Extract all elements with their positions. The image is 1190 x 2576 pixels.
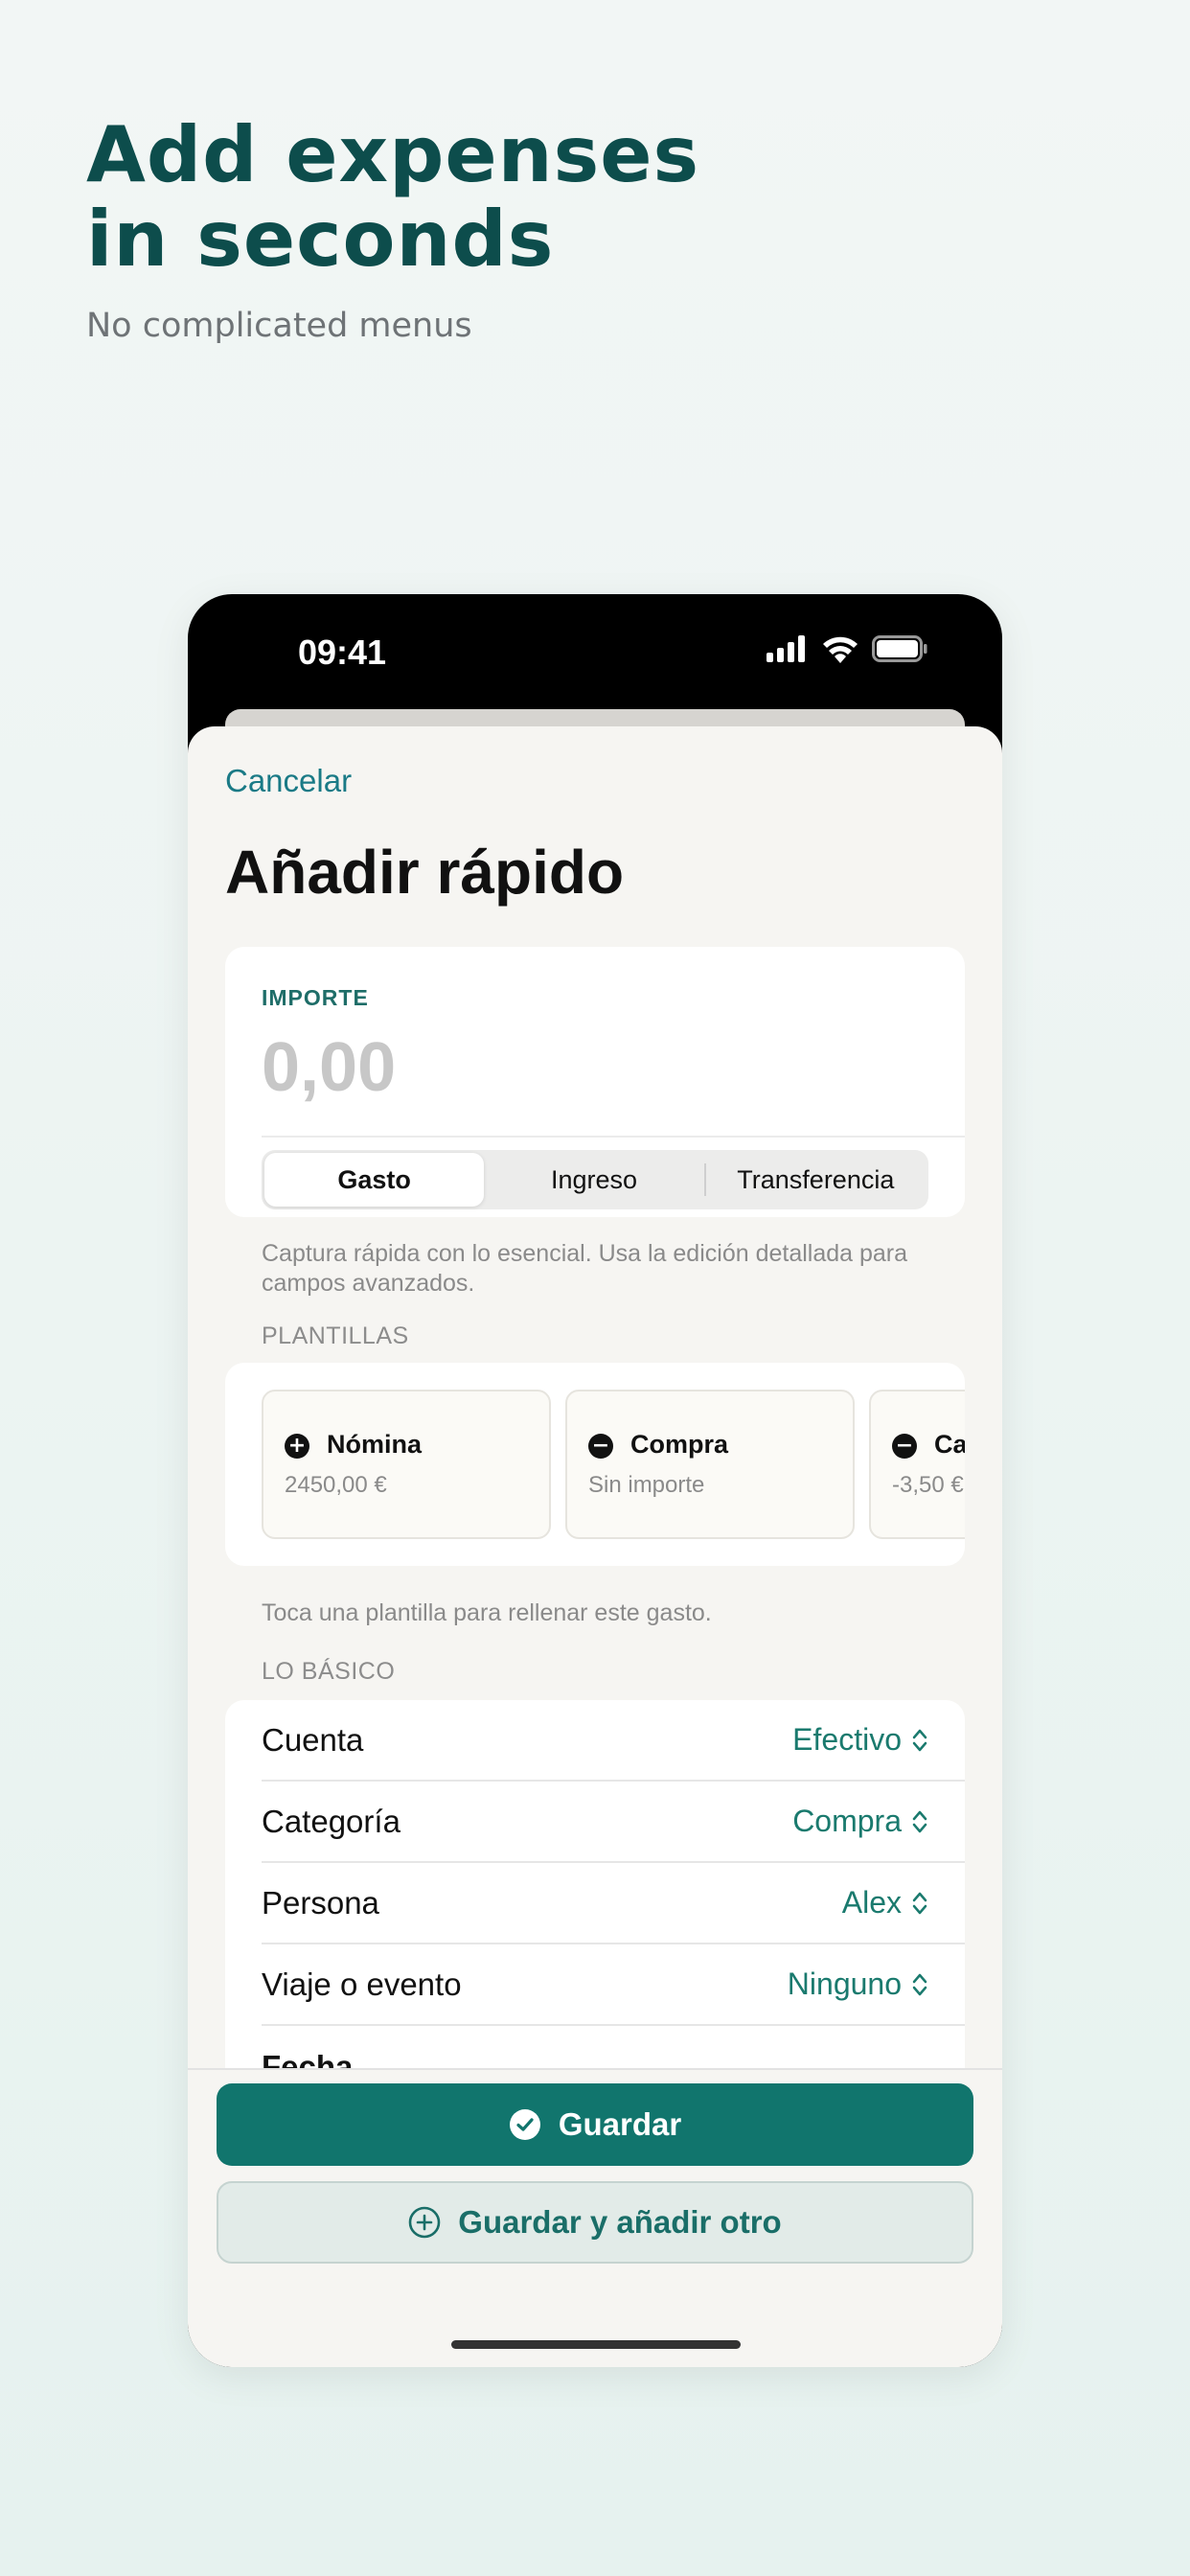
template-card-nomina[interactable]: + Nómina 2450,00 € <box>262 1390 551 1539</box>
status-time: 09:41 <box>298 632 387 672</box>
save-and-add-another-button[interactable]: Guardar y añadir otro <box>217 2181 973 2264</box>
basics-section-label: LO BÁSICO <box>262 1658 396 1685</box>
wifi-icon <box>823 636 858 663</box>
category-row[interactable]: Categoría Compra <box>262 1782 965 1863</box>
segment-transferencia[interactable]: Transferencia <box>706 1153 926 1207</box>
checkmark-circle-icon <box>509 2109 540 2140</box>
amount-label: IMPORTE <box>262 985 369 1010</box>
save-button[interactable]: Guardar <box>217 2083 973 2166</box>
cancel-button[interactable]: Cancelar <box>225 763 352 799</box>
template-card-partial[interactable]: − Ca -3,50 € <box>869 1390 965 1539</box>
transaction-type-segmented-control: Gasto Ingreso Transferencia <box>262 1150 928 1209</box>
row-label: Categoría <box>262 1803 400 1839</box>
row-label: Viaje o evento <box>262 1966 462 2002</box>
plus-circle-outline-icon <box>408 2206 441 2239</box>
template-card-compra[interactable]: − Compra Sin importe <box>565 1390 855 1539</box>
phone-frame: 09:41 Cancelar Añadir rápido IMPORTE 0,0… <box>188 594 1002 2367</box>
template-detail: Sin importe <box>588 1472 705 1498</box>
templates-helper-text: Toca una plantilla para rellenar este ga… <box>262 1599 712 1626</box>
bottom-action-bar: Guardar Guardar y añadir otro <box>188 2068 1002 2367</box>
battery-icon <box>872 635 927 662</box>
marketing-headline: Add expenses in seconds <box>86 113 699 282</box>
quick-capture-helper-text: Captura rápida con lo esencial. Usa la e… <box>262 1240 908 1297</box>
sheet-title: Añadir rápido <box>225 838 625 907</box>
person-picker[interactable]: Alex <box>842 1885 928 1920</box>
row-label: Persona <box>262 1884 379 1920</box>
account-picker[interactable]: Efectivo <box>792 1722 928 1758</box>
minus-circle-icon: − <box>892 1434 917 1459</box>
amount-card: IMPORTE 0,00 Gasto Ingreso Transferencia <box>225 947 965 1217</box>
person-row[interactable]: Persona Alex <box>262 1863 965 1944</box>
row-value: Compra <box>792 1804 902 1838</box>
template-name: Compra <box>630 1430 729 1459</box>
row-value: Alex <box>841 1885 902 1920</box>
signal-icon <box>767 635 805 662</box>
amount-input[interactable]: 0,00 <box>262 1028 396 1107</box>
quick-add-sheet: Cancelar Añadir rápido IMPORTE 0,00 Gast… <box>188 726 1002 2367</box>
templates-card: + Nómina 2450,00 € − Compra Sin importe … <box>225 1363 965 1566</box>
home-indicator[interactable] <box>451 2340 741 2349</box>
headline-line-1: Add expenses <box>86 110 700 199</box>
chevron-up-down-icon <box>912 1973 927 1995</box>
minus-circle-icon: − <box>588 1434 613 1459</box>
row-value: Efectivo <box>792 1722 902 1757</box>
trip-event-picker[interactable]: Ninguno <box>788 1966 928 2002</box>
row-label: Cuenta <box>262 1721 364 1758</box>
chevron-up-down-icon <box>912 1892 927 1914</box>
segment-ingreso[interactable]: Ingreso <box>484 1153 703 1207</box>
headline-line-2: in seconds <box>86 195 555 284</box>
segment-gasto[interactable]: Gasto <box>264 1153 485 1207</box>
plus-circle-icon: + <box>285 1434 309 1459</box>
template-detail: 2450,00 € <box>285 1472 387 1498</box>
row-value: Ninguno <box>787 1966 902 2001</box>
account-row[interactable]: Cuenta Efectivo <box>262 1700 965 1782</box>
template-name: Ca <box>934 1430 965 1459</box>
status-icons <box>767 634 927 663</box>
save-and-add-another-label: Guardar y añadir otro <box>458 2204 782 2240</box>
chevron-up-down-icon <box>912 1810 927 1832</box>
template-name: Nómina <box>327 1430 423 1459</box>
save-button-label: Guardar <box>558 2106 682 2142</box>
trip-event-row[interactable]: Viaje o evento Ninguno <box>262 1944 965 2026</box>
template-detail: -3,50 € <box>892 1472 964 1498</box>
templates-section-label: PLANTILLAS <box>262 1322 409 1349</box>
category-picker[interactable]: Compra <box>792 1804 928 1839</box>
marketing-subheadline: No complicated menus <box>86 307 472 345</box>
chevron-up-down-icon <box>912 1729 927 1751</box>
divider <box>262 1136 965 1138</box>
